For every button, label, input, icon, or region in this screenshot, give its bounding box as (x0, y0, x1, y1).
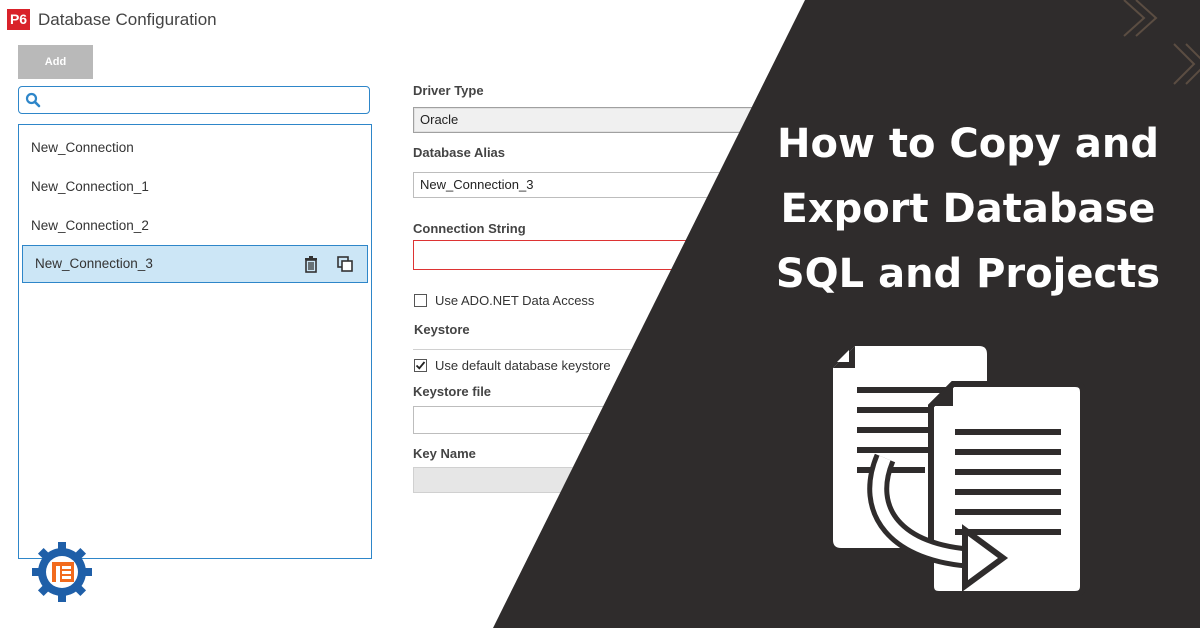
headline-line: SQL and Projects (775, 251, 1161, 297)
banner-canvas: P6 Database Configuration Add New_Connec… (0, 0, 1200, 628)
copy-documents-icon (833, 346, 1086, 597)
pe-gear-logo (32, 542, 92, 602)
headline-line: Export Database (780, 186, 1156, 232)
headline-line: How to Copy and (777, 121, 1159, 167)
chevron-decoration-icon (1123, 0, 1200, 85)
banner-headline: How to Copy and Export Database SQL and … (768, 112, 1168, 307)
